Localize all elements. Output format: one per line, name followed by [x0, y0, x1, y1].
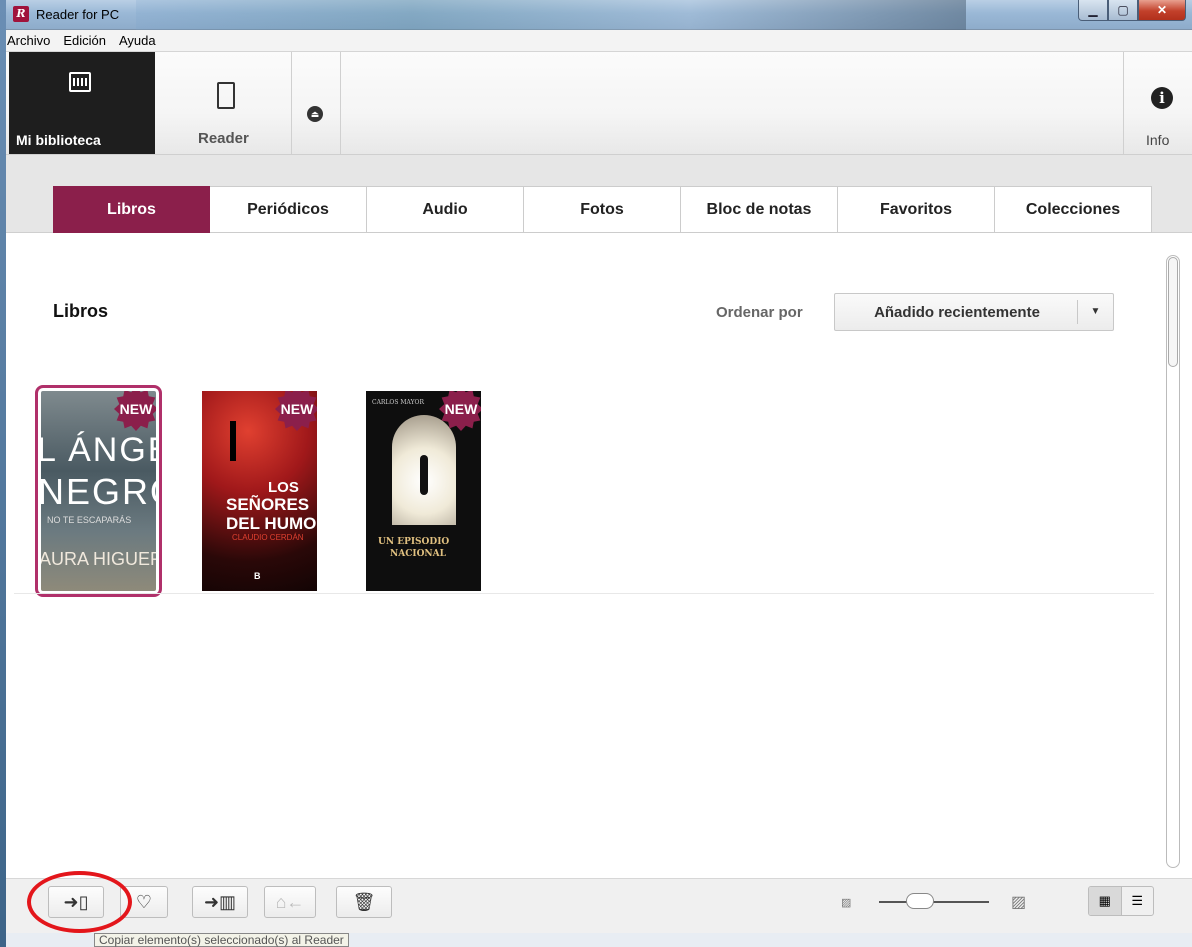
shelf-line	[14, 593, 1154, 594]
info-button[interactable]: i Info	[1123, 52, 1192, 154]
tab-audio[interactable]: Audio	[367, 186, 524, 233]
remove-from-collection-icon: ⌂←	[275, 891, 305, 912]
sort-dropdown[interactable]: Añadido recientemente ▼	[834, 293, 1114, 331]
eject-icon: ⏏	[307, 106, 323, 122]
app-logo-icon: R	[13, 6, 29, 22]
thumbnail-large-icon: ▨	[1011, 894, 1027, 911]
nav-reader[interactable]: Reader	[155, 52, 292, 154]
minimize-button[interactable]: ▁	[1078, 0, 1108, 21]
archway-image	[392, 415, 456, 525]
eject-button[interactable]: ⏏	[292, 52, 341, 154]
tab-fotos[interactable]: Fotos	[524, 186, 681, 233]
tab-colecciones[interactable]: Colecciones	[995, 186, 1152, 233]
tab-favoritos[interactable]: Favoritos	[838, 186, 995, 233]
new-badge: NEW	[114, 391, 156, 431]
window-title: Reader for PC	[36, 7, 120, 22]
book-title-line: L ÁNGE	[41, 431, 156, 469]
scrollbar-thumb[interactable]	[1168, 257, 1178, 367]
add-to-collection-icon: ➜▥	[203, 891, 237, 912]
sort-label: Ordenar por	[716, 304, 803, 321]
book-cover[interactable]: L ÁNGE NEGRO NO TE ESCAPARÁS AURA HIGUER…	[35, 385, 162, 597]
delete-trash-icon: 🗑	[352, 891, 376, 912]
book-title-line: SEÑORES	[226, 495, 310, 514]
book-title-line: LOS	[268, 479, 299, 496]
title-bar-background	[136, 0, 966, 30]
book-author: CARLOS MAYOR	[372, 399, 424, 406]
library-content: Libros Ordenar por Añadido recientemente…	[6, 233, 1192, 878]
top-navigation: Mi biblioteca Reader ⏏ i Info	[6, 52, 1192, 155]
nav-my-library-label: Mi biblioteca	[16, 132, 101, 148]
maximize-button[interactable]: ▢	[1108, 0, 1138, 21]
tab-libros[interactable]: Libros	[53, 186, 210, 233]
book-author: AURA HIGUER	[41, 549, 156, 569]
book-cover[interactable]: CARLOS MAYOR UN EPISODIO NACIONAL NEW	[366, 391, 481, 591]
library-shelf-icon	[69, 72, 91, 92]
dropdown-arrow-icon[interactable]: ▼	[1077, 300, 1113, 324]
book-author: CLAUDIO CERDÁN	[232, 533, 304, 542]
info-label: Info	[1146, 132, 1170, 148]
book-subtitle: NO TE ESCAPARÁS	[47, 515, 132, 525]
copy-tooltip: Copiar elemento(s) seleccionado(s) al Re…	[94, 933, 349, 947]
app-window: R Reader for PC ▁ ▢ ✕ Archivo Edición Ay…	[6, 0, 1192, 947]
menu-edicion[interactable]: Edición	[63, 33, 106, 48]
grid-view-icon[interactable]: ▦	[1089, 887, 1122, 915]
tab-periodicos[interactable]: Periódicos	[210, 186, 367, 233]
menu-archivo[interactable]: Archivo	[7, 33, 50, 48]
slider-knob[interactable]	[906, 893, 934, 909]
content-tabs: Libros Periódicos Audio Fotos Bloc de no…	[53, 186, 1152, 233]
delete-button[interactable]: 🗑	[336, 886, 392, 918]
vertical-scrollbar[interactable]	[1166, 255, 1180, 868]
book-title-line: NEGRO	[41, 471, 156, 512]
book-title-line: NACIONAL	[390, 549, 446, 559]
add-to-collection-button[interactable]: ➜▥	[192, 886, 248, 918]
reader-device-icon	[217, 82, 235, 109]
silhouette-figure	[420, 455, 428, 495]
info-icon: i	[1151, 87, 1173, 109]
title-bar: R Reader for PC ▁ ▢ ✕	[6, 0, 1192, 30]
bottom-toolbar: ➜▯ ♡ ➜▥ ⌂← 🗑 ▨ ▨ ▦ ☰	[6, 878, 1192, 933]
silhouette-figure	[230, 421, 236, 461]
list-view-icon[interactable]: ☰	[1122, 887, 1154, 915]
book-cover[interactable]: LOS SEÑORES DEL HUMO CLAUDIO CERDÁN B NE…	[202, 391, 317, 591]
nav-my-library[interactable]: Mi biblioteca	[9, 52, 155, 154]
menu-bar: Archivo Edición Ayuda	[6, 30, 1192, 52]
thumbnail-small-icon: ▨	[841, 897, 852, 909]
book-title-line: UN EPISODIO	[378, 537, 450, 547]
book-title-line: DEL HUMO	[226, 514, 317, 533]
tab-band: Libros Periódicos Audio Fotos Bloc de no…	[6, 155, 1192, 233]
close-button[interactable]: ✕	[1138, 0, 1186, 21]
view-mode-toggle: ▦ ☰	[1088, 886, 1154, 916]
new-badge: NEW	[275, 391, 317, 431]
remove-from-collection-button[interactable]: ⌂←	[264, 886, 316, 918]
menu-ayuda[interactable]: Ayuda	[119, 33, 156, 48]
thumbnail-size-slider[interactable]	[879, 901, 989, 903]
favorite-heart-icon: ♡	[135, 891, 153, 912]
window-controls: ▁ ▢ ✕	[1078, 0, 1186, 22]
sort-selected-value: Añadido recientemente	[874, 303, 1040, 321]
section-title: Libros	[53, 301, 109, 321]
publisher-logo: B	[254, 571, 261, 581]
tab-bloc-de-notas[interactable]: Bloc de notas	[681, 186, 838, 233]
nav-reader-label: Reader	[198, 130, 249, 147]
annotation-circle	[27, 871, 132, 933]
